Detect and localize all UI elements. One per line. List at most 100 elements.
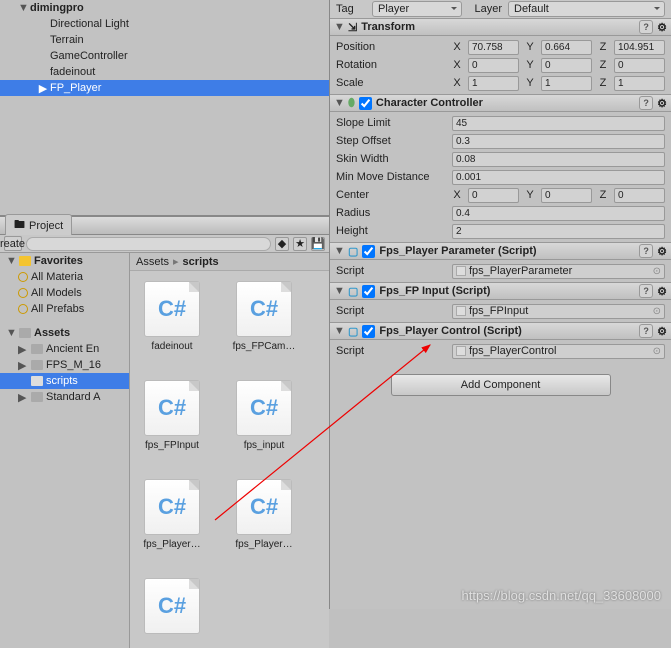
script-reference-field[interactable]: fps_PlayerControl <box>452 344 665 359</box>
radius-field[interactable] <box>452 206 665 221</box>
csharp-icon: C# <box>236 281 292 337</box>
center-y[interactable] <box>541 188 592 203</box>
scale-y[interactable] <box>541 76 592 91</box>
star-icon <box>19 256 31 266</box>
script-reference-field[interactable]: fps_PlayerParameter <box>452 264 665 279</box>
height-label: Height <box>336 225 446 237</box>
component-enabled-checkbox[interactable] <box>362 325 375 338</box>
folder-item[interactable]: ▶FPS_M_16 <box>0 357 129 373</box>
slope-limit-field[interactable] <box>452 116 665 131</box>
csharp-icon: C# <box>144 380 200 436</box>
script-component-header[interactable]: ▼▢Fps_FP Input (Script)?⚙ <box>330 282 671 300</box>
gear-icon[interactable]: ⚙ <box>657 245 667 258</box>
character-controller-header[interactable]: ▼ ⬮ Character Controller ? ⚙ <box>330 94 671 112</box>
gear-icon[interactable]: ⚙ <box>657 325 667 338</box>
script-asset[interactable]: C#fps_Player… <box>228 479 300 550</box>
script-asset[interactable]: C# <box>136 578 208 638</box>
foldout-icon: ▼ <box>334 97 344 109</box>
script-asset[interactable]: C#fps_FPCam… <box>228 281 300 352</box>
script-icon <box>456 266 466 276</box>
csharp-icon: C# <box>144 578 200 634</box>
center-x[interactable] <box>468 188 519 203</box>
favorites-item[interactable]: All Models <box>0 285 129 301</box>
hierarchy-item[interactable]: fadeinout <box>0 64 329 80</box>
csharp-icon: C# <box>144 479 200 535</box>
project-search[interactable] <box>26 237 271 251</box>
csharp-icon: C# <box>236 479 292 535</box>
save-search-button[interactable]: 💾 <box>311 237 325 251</box>
position-label: Position <box>336 41 446 53</box>
script-asset[interactable]: C#fadeinout <box>136 281 208 352</box>
search-by-type-button[interactable]: ◆ <box>275 237 289 251</box>
project-tab[interactable]: 🖿Project <box>5 214 72 237</box>
hierarchy-item[interactable]: Terrain <box>0 32 329 48</box>
component-enabled-checkbox[interactable] <box>362 245 375 258</box>
folder-item[interactable]: ▶Standard A <box>0 389 129 405</box>
step-offset-field[interactable] <box>452 134 665 149</box>
scale-label: Scale <box>336 77 446 89</box>
help-icon[interactable]: ? <box>639 324 653 338</box>
skin-width-field[interactable] <box>452 152 665 167</box>
center-label: Center <box>336 189 446 201</box>
scale-x[interactable] <box>468 76 519 91</box>
chevron-right-icon: ▸ <box>173 255 179 268</box>
search-icon <box>18 288 28 298</box>
folder-icon <box>31 392 43 402</box>
folder-icon <box>19 328 31 338</box>
hierarchy-scene-root[interactable]: ▼dimingpro <box>0 0 329 16</box>
favorites-item[interactable]: All Materia <box>0 269 129 285</box>
project-tree: ▼Favorites All Materia All Models All Pr… <box>0 253 130 648</box>
assets-root[interactable]: ▼Assets <box>0 325 129 341</box>
rotation-y[interactable] <box>541 58 592 73</box>
help-icon[interactable]: ? <box>639 244 653 258</box>
gear-icon[interactable]: ⚙ <box>657 21 667 34</box>
tag-dropdown[interactable]: Player <box>372 1 462 17</box>
capsule-icon: ⬮ <box>348 97 355 110</box>
script-icon: ▢ <box>348 245 358 258</box>
help-icon[interactable]: ? <box>639 96 653 110</box>
script-label: Script <box>336 345 446 357</box>
height-field[interactable] <box>452 224 665 239</box>
script-reference-field[interactable]: fps_FPInput <box>452 304 665 319</box>
scale-z[interactable] <box>614 76 665 91</box>
hierarchy-item-selected[interactable]: ▶FP_Player <box>0 80 329 96</box>
component-enabled-checkbox[interactable] <box>359 97 372 110</box>
breadcrumb-root[interactable]: Assets <box>136 256 169 268</box>
help-icon[interactable]: ? <box>639 284 653 298</box>
layer-dropdown[interactable]: Default <box>508 1 665 17</box>
script-asset[interactable]: C#fps_Player… <box>136 479 208 550</box>
favorites-root[interactable]: ▼Favorites <box>0 253 129 269</box>
project-tab-bar: 🖿Project <box>0 217 329 235</box>
create-dropdown[interactable]: Create▼ <box>4 236 22 251</box>
position-y[interactable] <box>541 40 592 55</box>
rotation-x[interactable] <box>468 58 519 73</box>
watermark: https://blog.csdn.net/qq_33608000 <box>462 588 662 603</box>
gear-icon[interactable]: ⚙ <box>657 97 667 110</box>
position-z[interactable] <box>614 40 665 55</box>
position-x[interactable] <box>468 40 519 55</box>
add-component-button[interactable]: Add Component <box>391 374 611 396</box>
script-component-header[interactable]: ▼▢Fps_Player Control (Script)?⚙ <box>330 322 671 340</box>
folder-item-selected[interactable]: ▶scripts <box>0 373 129 389</box>
component-enabled-checkbox[interactable] <box>362 285 375 298</box>
breadcrumb-leaf[interactable]: scripts <box>183 256 219 268</box>
gear-icon[interactable]: ⚙ <box>657 285 667 298</box>
rotation-z[interactable] <box>614 58 665 73</box>
inspector-panel: Tag Player Layer Default ▼ ⇲ Transform ?… <box>330 0 671 609</box>
project-toolbar: Create▼ ◆ ★ 💾 <box>0 235 329 253</box>
folder-item[interactable]: ▶Ancient En <box>0 341 129 357</box>
help-icon[interactable]: ? <box>639 20 653 34</box>
transform-header[interactable]: ▼ ⇲ Transform ? ⚙ <box>330 18 671 36</box>
favorites-item[interactable]: All Prefabs <box>0 301 129 317</box>
asset-grid: C#fadeinout C#fps_FPCam… C#fps_FPInput C… <box>130 271 329 648</box>
csharp-icon: C# <box>144 281 200 337</box>
min-move-field[interactable] <box>452 170 665 185</box>
script-component-header[interactable]: ▼▢Fps_Player Parameter (Script)?⚙ <box>330 242 671 260</box>
search-by-label-button[interactable]: ★ <box>293 237 307 251</box>
hierarchy-item[interactable]: GameController <box>0 48 329 64</box>
hierarchy-item[interactable]: Directional Light <box>0 16 329 32</box>
script-asset[interactable]: C#fps_FPInput <box>136 380 208 451</box>
script-icon <box>456 346 466 356</box>
center-z[interactable] <box>614 188 665 203</box>
script-asset[interactable]: C#fps_input <box>228 380 300 451</box>
